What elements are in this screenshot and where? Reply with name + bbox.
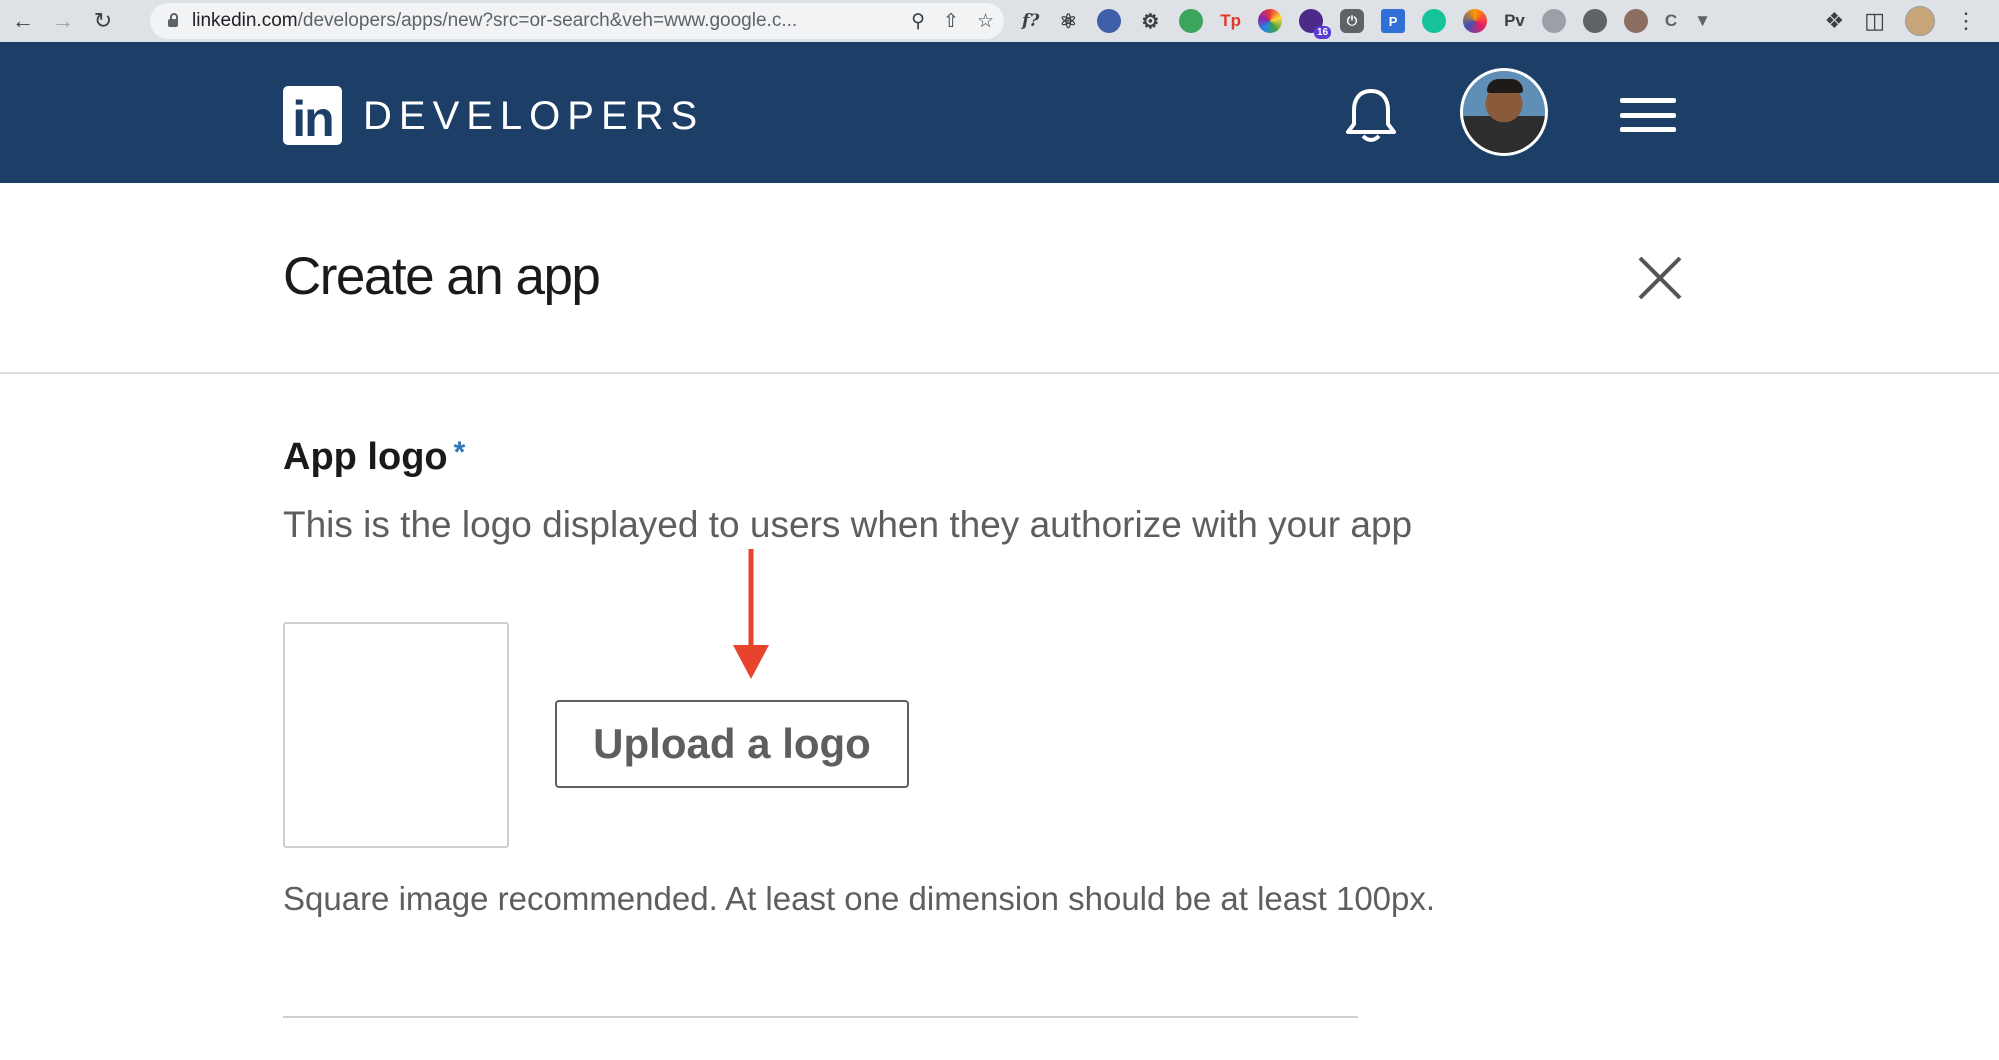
gear-extension-icon[interactable]: ⚙	[1138, 9, 1162, 33]
user-avatar[interactable]	[1460, 68, 1548, 156]
formula-extension-icon[interactable]: f?	[1022, 9, 1039, 33]
bookmark-star-icon[interactable]: ☆	[977, 10, 994, 33]
section-divider	[283, 1016, 1358, 1018]
zoom-icon[interactable]: ⚲	[911, 10, 925, 33]
side-panel-icon[interactable]: ◫	[1864, 8, 1885, 34]
app-logo-label: App logo *	[283, 436, 465, 479]
c-extension-icon[interactable]: C	[1665, 9, 1677, 33]
back-icon[interactable]: ←	[6, 4, 40, 38]
grammarly-icon[interactable]	[1422, 9, 1447, 33]
linkedin-logo-text: in	[292, 91, 334, 147]
react-devtools-icon[interactable]: ⚛	[1056, 9, 1080, 33]
upload-logo-button[interactable]: Upload a logo	[555, 700, 909, 788]
extension-grey-dot-icon[interactable]	[1541, 9, 1566, 33]
extension-badge: 16	[1313, 26, 1332, 39]
extensions-bar: f? ⚛ ⚙ Tp 16 ⏻ P Pv C ▼	[1022, 0, 1711, 42]
extension-circle-icon[interactable]	[1097, 9, 1122, 33]
developers-title[interactable]: DEVELOPERS	[363, 94, 704, 139]
browser-toolbar: ← → ↻ linkedin.com/developers/apps/new?s…	[0, 0, 1999, 42]
logo-size-hint: Square image recommended. At least one d…	[283, 880, 1436, 917]
extension-globe-icon[interactable]	[1582, 9, 1607, 33]
pv-extension-icon[interactable]: Pv	[1504, 9, 1525, 33]
app-logo-help-text: This is the logo displayed to users when…	[283, 504, 1413, 545]
more-options-icon[interactable]: ⋮	[1955, 8, 1977, 34]
lock-icon	[168, 13, 178, 27]
url-text[interactable]: linkedin.com/developers/apps/new?src=or-…	[192, 10, 797, 32]
logo-preview-box	[283, 622, 509, 848]
notification-bell-icon[interactable]	[1343, 86, 1399, 146]
extension-ring-icon[interactable]	[1463, 9, 1488, 33]
annotation-arrow-icon	[733, 549, 769, 679]
reload-icon[interactable]: ↻	[86, 4, 120, 38]
site-header: in DEVELOPERS	[0, 42, 1999, 183]
extension-owl-icon[interactable]	[1623, 9, 1648, 33]
share-icon[interactable]: ⇧	[943, 10, 959, 33]
color-picker-icon[interactable]	[1258, 9, 1283, 33]
header-divider	[0, 372, 1999, 374]
url-host: linkedin.com	[192, 10, 298, 31]
close-icon[interactable]	[1636, 254, 1684, 302]
required-marker: *	[453, 436, 466, 469]
linkedin-logo[interactable]: in	[283, 86, 342, 145]
address-bar[interactable]: linkedin.com/developers/apps/new?src=or-…	[150, 3, 1004, 39]
extension-green-icon[interactable]	[1179, 9, 1204, 33]
vue-extension-icon[interactable]: ▼	[1694, 9, 1711, 33]
forward-icon[interactable]: →	[46, 4, 80, 38]
browser-profile-avatar[interactable]	[1905, 6, 1935, 36]
url-path: /developers/apps/new?src=or-search&veh=w…	[297, 10, 798, 31]
app-logo-label-text: App logo	[283, 436, 448, 478]
puzzle-icon[interactable]: ❖	[1824, 8, 1844, 34]
tp-extension-icon[interactable]: Tp	[1220, 9, 1241, 33]
power-icon[interactable]: ⏻	[1340, 9, 1365, 33]
extension-hat-icon[interactable]: 16	[1299, 9, 1332, 39]
p-extension-icon[interactable]: P	[1381, 9, 1406, 33]
page-title: Create an app	[283, 247, 601, 306]
menu-icon[interactable]	[1620, 98, 1676, 132]
